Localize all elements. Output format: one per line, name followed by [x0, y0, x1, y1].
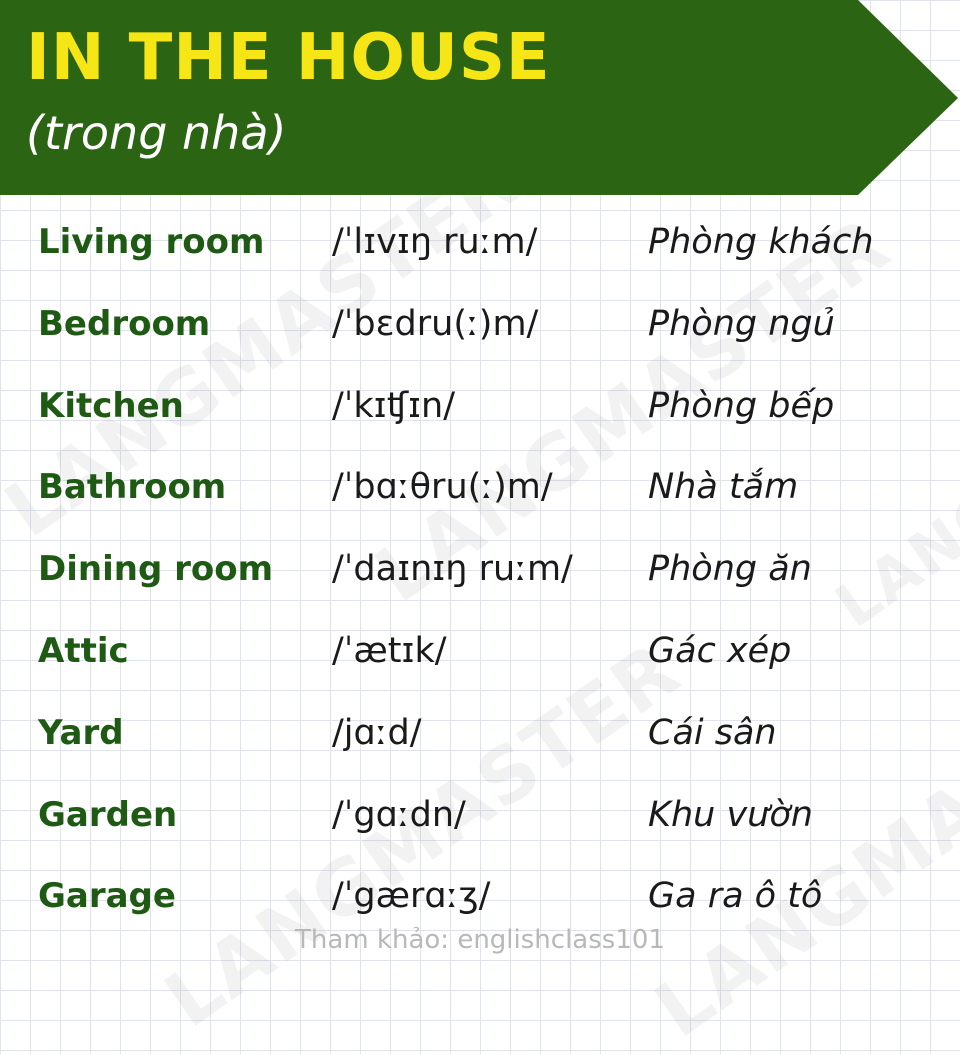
header-banner: IN THE HOUSE (trong nhà): [0, 0, 960, 195]
vocab-ipa: /ˈdaɪnɪŋ ruːm/: [332, 549, 573, 590]
page-title: IN THE HOUSE: [26, 21, 551, 95]
vocab-list: Living room /ˈlɪvɪŋ ruːm/ Phòng khách Be…: [0, 218, 960, 954]
vocab-row: Yard /jɑːd/ Cái sân: [0, 709, 960, 791]
vocab-meaning: Phòng ngủ: [648, 303, 835, 344]
vocab-meaning: Khu vườn: [648, 794, 813, 835]
vocab-word: Attic: [38, 630, 129, 671]
vocab-row: Garden /ˈgɑːdn/ Khu vườn: [0, 791, 960, 873]
vocab-word: Garage: [38, 876, 176, 917]
vocab-ipa: /ˈgɑːdn/: [332, 794, 466, 835]
vocab-row: Living room /ˈlɪvɪŋ ruːm/ Phòng khách: [0, 218, 960, 300]
vocab-word: Kitchen: [38, 385, 184, 426]
vocab-word: Living room: [38, 222, 265, 262]
source-credit: Tham khảo: englishclass101: [295, 925, 665, 955]
vocab-ipa: /ˈbɛdru(ː)m/: [332, 303, 539, 344]
vocab-ipa: /ˈlɪvɪŋ ruːm/: [332, 222, 538, 262]
vocab-row: Kitchen /ˈkɪʧɪn/ Phòng bếp: [0, 382, 960, 464]
vocab-ipa: /jɑːd/: [332, 712, 422, 753]
vocab-row: Attic /ˈætɪk/ Gác xép: [0, 627, 960, 709]
vocab-meaning: Nhà tắm: [648, 467, 799, 508]
vocab-word: Bathroom: [38, 467, 227, 508]
vocab-meaning: Cái sân: [648, 712, 777, 753]
vocab-meaning: Phòng ăn: [648, 549, 812, 590]
page-subtitle: (trong nhà): [26, 106, 287, 160]
vocab-word: Yard: [38, 712, 124, 753]
vocab-ipa: /ˈbɑːθru(ː)m/: [332, 467, 553, 508]
vocab-ipa: /ˈkɪʧɪn/: [332, 385, 456, 426]
vocab-ipa: /ˈætɪk/: [332, 630, 447, 671]
vocab-ipa: /ˈgærɑːʒ/: [332, 876, 491, 917]
vocab-row: Bedroom /ˈbɛdru(ː)m/ Phòng ngủ: [0, 300, 960, 382]
vocab-row: Dining room /ˈdaɪnɪŋ ruːm/ Phòng ăn: [0, 545, 960, 627]
vocab-meaning: Phòng khách: [648, 222, 874, 262]
vocab-meaning: Phòng bếp: [648, 385, 835, 426]
vocab-word: Dining room: [38, 549, 274, 590]
vocab-row: Bathroom /ˈbɑːθru(ː)m/ Nhà tắm: [0, 463, 960, 545]
vocab-word: Bedroom: [38, 303, 211, 344]
vocab-meaning: Ga ra ô tô: [648, 876, 823, 917]
vocab-meaning: Gác xép: [648, 630, 792, 671]
vocab-word: Garden: [38, 794, 178, 835]
